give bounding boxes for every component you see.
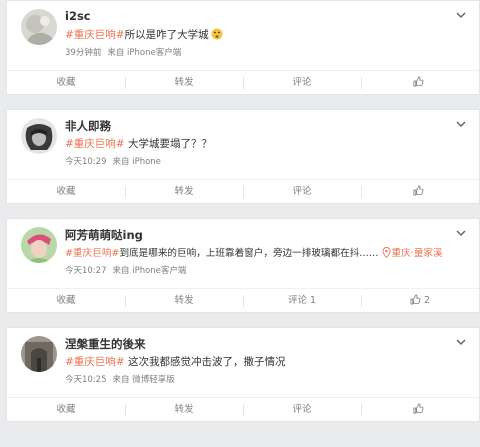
post-content: 所以是咋了大学城	[124, 29, 209, 41]
chevron-down-icon[interactable]	[455, 9, 467, 21]
hashtag-link[interactable]: #重庆巨响#	[65, 138, 125, 150]
post-source: 来自 iPhone	[112, 157, 161, 167]
favorite-button[interactable]: 收藏	[7, 185, 125, 199]
like-button[interactable]: 2	[361, 294, 479, 308]
post-meta: 今天10:25 来自 微博轻享版	[65, 373, 175, 385]
chevron-down-icon[interactable]	[455, 118, 467, 130]
post-time[interactable]: 今天10:27	[65, 266, 107, 276]
post-content: 大学城要塌了？？	[124, 138, 212, 150]
post-text: #重庆巨响# 这次我都感觉冲击波了，撒子情况	[65, 354, 285, 369]
action-bar: 收藏 转发 评论	[7, 397, 479, 421]
weibo-feed: i2sc #重庆巨响#所以是咋了大学城 39分钟前 来自 iPhone客户端 收藏…	[0, 0, 480, 447]
repost-button[interactable]: 转发	[125, 403, 243, 417]
action-bar: 收藏 转发 评论	[7, 70, 479, 94]
chevron-down-icon[interactable]	[455, 227, 467, 239]
hashtag-link[interactable]: #重庆巨响#	[65, 356, 125, 368]
like-button[interactable]	[361, 403, 479, 417]
favorite-button[interactable]: 收藏	[7, 76, 125, 90]
comment-button[interactable]: 评论 1	[243, 294, 361, 308]
avatar[interactable]	[21, 227, 57, 263]
post-card: i2sc #重庆巨响#所以是咋了大学城 39分钟前 来自 iPhone客户端 收藏…	[6, 0, 480, 95]
avatar[interactable]	[21, 118, 57, 154]
repost-button[interactable]: 转发	[125, 76, 243, 90]
favorite-button[interactable]: 收藏	[7, 403, 125, 417]
comment-button[interactable]: 评论	[243, 76, 361, 90]
action-bar: 收藏 转发 评论 1 2	[7, 288, 479, 312]
post-card: 涅槃重生的後来 #重庆巨响# 这次我都感觉冲击波了，撒子情况 今天10:25 来自…	[6, 327, 480, 422]
post-source: 来自 微博轻享版	[112, 375, 175, 385]
username[interactable]: 阿芳萌萌哒ing	[65, 227, 143, 243]
username[interactable]: i2sc	[65, 9, 91, 23]
username[interactable]: 非人即務	[65, 118, 111, 134]
dizzy-face-emoji-icon	[211, 28, 223, 43]
thumbs-up-icon	[413, 76, 424, 87]
username[interactable]: 涅槃重生的後来	[65, 336, 146, 352]
post-time[interactable]: 今天10:29	[65, 157, 107, 167]
post-text: #重庆巨响#所以是咋了大学城	[65, 27, 223, 43]
post-body: i2sc #重庆巨响#所以是咋了大学城 39分钟前 来自 iPhone客户端	[7, 1, 479, 67]
post-body: 涅槃重生的後来 #重庆巨响# 这次我都感觉冲击波了，撒子情况 今天10:25 来自…	[7, 328, 479, 394]
action-bar: 收藏 转发 评论	[7, 179, 479, 203]
post-source: 来自 iPhone客户端	[112, 266, 187, 276]
avatar[interactable]	[21, 336, 57, 372]
favorite-button[interactable]: 收藏	[7, 294, 125, 308]
post-time[interactable]: 39分钟前	[65, 48, 101, 58]
post-card: 阿芳萌萌哒ing #重庆巨响#到底是哪来的巨响，上班靠着窗户，旁边一排玻璃都在抖…	[6, 218, 480, 313]
post-meta: 今天10:27 来自 iPhone客户端	[65, 264, 186, 276]
post-body: 阿芳萌萌哒ing #重庆巨响#到底是哪来的巨响，上班靠着窗户，旁边一排玻璃都在抖…	[7, 219, 479, 285]
post-content: 到底是哪来的巨响，上班靠着窗户，旁边一排玻璃都在抖……	[119, 248, 379, 259]
comment-button[interactable]: 评论	[243, 185, 361, 199]
post-body: 非人即務 #重庆巨响# 大学城要塌了？？ 今天10:29 来自 iPhone	[7, 110, 479, 176]
repost-button[interactable]: 转发	[125, 294, 243, 308]
hashtag-link[interactable]: #重庆巨响#	[65, 29, 125, 41]
repost-button[interactable]: 转发	[125, 185, 243, 199]
like-count: 2	[423, 294, 431, 306]
thumbs-up-icon	[410, 294, 421, 305]
like-button[interactable]	[361, 185, 479, 199]
post-meta: 今天10:29 来自 iPhone	[65, 155, 161, 167]
hashtag-link[interactable]: #重庆巨响#	[65, 248, 119, 259]
post-meta: 39分钟前 来自 iPhone客户端	[65, 46, 181, 58]
post-card: 非人即務 #重庆巨响# 大学城要塌了？？ 今天10:29 来自 iPhone 收藏…	[6, 109, 480, 204]
post-time[interactable]: 今天10:25	[65, 375, 107, 385]
post-text: #重庆巨响#到底是哪来的巨响，上班靠着窗户，旁边一排玻璃都在抖…… 重庆·童家溪	[65, 245, 443, 259]
location-name: 重庆·童家溪	[391, 248, 443, 259]
thumbs-up-icon	[413, 403, 424, 414]
chevron-down-icon[interactable]	[455, 336, 467, 348]
post-text: #重庆巨响# 大学城要塌了？？	[65, 136, 212, 151]
post-content: 这次我都感觉冲击波了，撒子情况	[124, 356, 286, 368]
comment-button[interactable]: 评论	[243, 403, 361, 417]
avatar[interactable]	[21, 9, 57, 45]
location-link[interactable]: 重庆·童家溪	[382, 247, 443, 259]
thumbs-up-icon	[413, 185, 424, 196]
post-source: 来自 iPhone客户端	[107, 48, 182, 58]
like-button[interactable]	[361, 76, 479, 90]
